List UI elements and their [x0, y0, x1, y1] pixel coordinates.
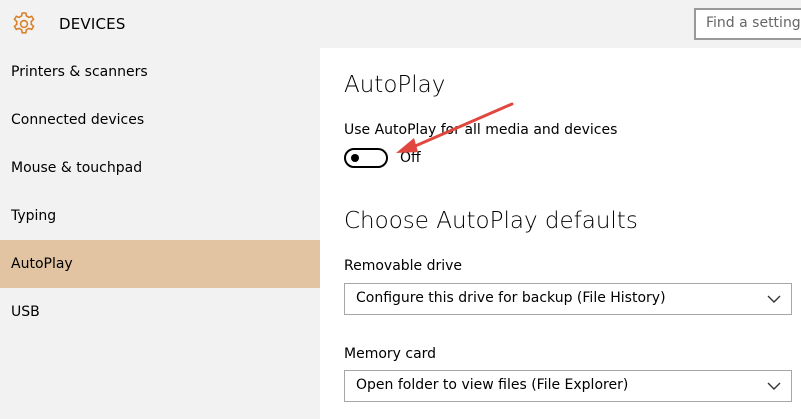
sidebar-item-label: Printers & scanners	[11, 64, 148, 80]
removable-drive-select[interactable]: Configure this drive for backup (File Hi…	[344, 283, 792, 315]
toggle-knob	[351, 154, 359, 162]
memory-card-label: Memory card	[344, 346, 437, 362]
section-title-autoplay: AutoPlay	[344, 72, 446, 98]
removable-drive-value: Configure this drive for backup (File Hi…	[356, 290, 666, 306]
page-title: DEVICES	[59, 15, 126, 33]
chevron-down-icon	[767, 382, 781, 390]
sidebar-item-label: Mouse & touchpad	[11, 160, 143, 176]
sidebar-item-label: Connected devices	[11, 112, 145, 128]
sidebar-item-typing[interactable]: Typing	[0, 192, 320, 240]
sidebar-item-autoplay[interactable]: AutoPlay	[0, 240, 320, 288]
sidebar-item-label: AutoPlay	[11, 256, 73, 272]
section-title-defaults: Choose AutoPlay defaults	[344, 208, 638, 234]
sidebar-item-label: USB	[11, 304, 40, 320]
memory-card-select[interactable]: Open folder to view files (File Explorer…	[344, 370, 792, 402]
sidebar-item-usb[interactable]: USB	[0, 288, 320, 336]
autoplay-toggle[interactable]	[344, 148, 388, 168]
sidebar-item-connected-devices[interactable]: Connected devices	[0, 96, 320, 144]
annotation-arrow-icon	[396, 102, 514, 153]
sidebar-item-label: Typing	[11, 208, 57, 224]
sidebar-item-printers-scanners[interactable]: Printers & scanners	[0, 48, 320, 96]
header: DEVICES Find a setting	[0, 0, 801, 48]
sidebar-item-mouse-touchpad[interactable]: Mouse & touchpad	[0, 144, 320, 192]
settings-window: DEVICES Find a setting Printers & scanne…	[0, 0, 801, 419]
sidebar: Printers & scanners Connected devices Mo…	[0, 48, 320, 419]
search-input[interactable]: Find a setting	[694, 8, 801, 40]
memory-card-value: Open folder to view files (File Explorer…	[356, 377, 629, 393]
removable-drive-label: Removable drive	[344, 258, 463, 274]
chevron-down-icon	[767, 295, 781, 303]
gear-icon	[13, 12, 35, 34]
